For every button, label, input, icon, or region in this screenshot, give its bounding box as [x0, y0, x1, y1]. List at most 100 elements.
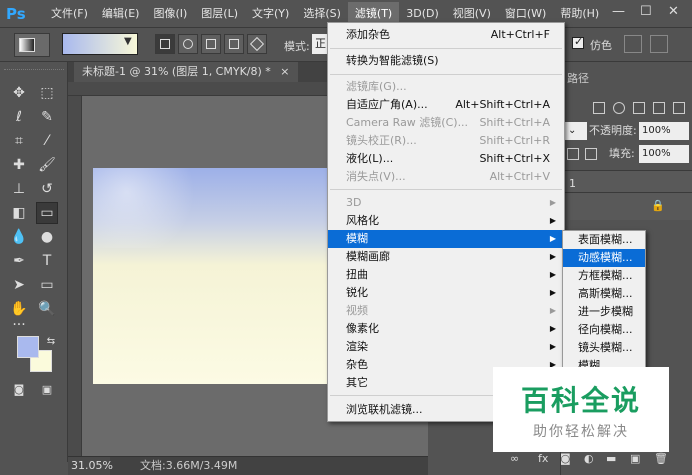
tab-close-icon[interactable]: ×: [280, 65, 289, 78]
trash-icon[interactable]: 🗑: [654, 452, 668, 465]
submenu-item-radial-blur[interactable]: 径向模糊...: [563, 321, 645, 339]
submenu-item-blur-more[interactable]: 进一步模糊: [563, 303, 645, 321]
minimize-icon[interactable]: —: [612, 4, 625, 19]
menu-item-pixelate[interactable]: 像素化 ▶: [328, 320, 564, 338]
menu-image[interactable]: 图像(I): [146, 2, 194, 26]
path-select-tool-icon[interactable]: ➤: [8, 274, 30, 296]
tool-preset-picker[interactable]: [14, 33, 50, 57]
menu-item-liquify[interactable]: 液化(L)... Shift+Ctrl+X: [328, 150, 564, 168]
adjustment-icon[interactable]: ◐: [584, 452, 594, 465]
diamond-gradient-button[interactable]: [247, 34, 267, 54]
healing-brush-icon[interactable]: ✚: [8, 154, 30, 176]
fill-input[interactable]: 100%: [639, 145, 689, 163]
document-tab[interactable]: 未标题-1 @ 31% (图层 1, CMYK/8) * ×: [74, 62, 298, 82]
submenu-item-motion-blur[interactable]: 动感模糊...: [563, 249, 645, 267]
dither-checkbox[interactable]: [572, 35, 584, 49]
zoom-level[interactable]: 31.05%: [68, 457, 113, 475]
filter-type-icon[interactable]: [633, 102, 645, 114]
fill-label: 填充:: [609, 147, 635, 160]
close-icon[interactable]: ✕: [668, 4, 679, 19]
marquee-tool-icon[interactable]: ⬚: [36, 82, 58, 104]
submenu-item-surface-blur[interactable]: 表面模糊...: [563, 231, 645, 249]
background-layer-row[interactable]: 🔒: [561, 192, 692, 220]
vertical-ruler[interactable]: [68, 96, 82, 456]
chevron-down-icon[interactable]: ▼: [124, 36, 132, 47]
reflected-gradient-button[interactable]: [224, 34, 244, 54]
menu-item-label: 扭曲: [346, 268, 368, 281]
blend-mode-select[interactable]: ⌄: [565, 122, 587, 140]
panel-grip[interactable]: [4, 62, 64, 70]
tab-paths[interactable]: 路径: [561, 70, 589, 88]
menu-item-blur-gallery[interactable]: 模糊画廊 ▶: [328, 248, 564, 266]
rectangle-tool-icon[interactable]: ▭: [36, 274, 58, 296]
menu-item-blur[interactable]: 模糊 ▶: [328, 230, 564, 248]
filter-image-icon[interactable]: [593, 102, 605, 114]
watermark-title: 百科全说: [520, 384, 641, 417]
menu-edit[interactable]: 编辑(E): [95, 2, 147, 26]
more-tools-icon[interactable]: ···: [8, 314, 30, 336]
radial-gradient-icon: [183, 39, 193, 49]
gradient-tool-icon[interactable]: ▭: [36, 202, 58, 224]
move-tool-icon[interactable]: ✥: [8, 82, 30, 104]
angle-gradient-button[interactable]: [201, 34, 221, 54]
document-canvas[interactable]: [93, 168, 333, 384]
opacity-input[interactable]: 100%: [639, 122, 689, 140]
fx-icon[interactable]: fx: [538, 452, 548, 465]
mode-label: 模式:: [284, 40, 310, 53]
history-brush-icon[interactable]: ↺: [36, 178, 58, 200]
menu-layer[interactable]: 图层(L): [194, 2, 245, 26]
lock-position-icon[interactable]: [585, 148, 597, 160]
menu-item-add-noise[interactable]: 添加杂色 Alt+Ctrl+F: [328, 26, 564, 44]
submenu-arrow-icon: ▶: [549, 198, 556, 207]
submenu-item-lens-blur[interactable]: 镜头模糊...: [563, 339, 645, 357]
eyedropper-tool-icon[interactable]: ⁄: [36, 130, 58, 152]
blur-tool-icon[interactable]: 💧: [8, 226, 30, 248]
menu-file[interactable]: 文件(F): [44, 2, 95, 26]
type-tool-icon[interactable]: T: [36, 250, 58, 272]
radial-gradient-button[interactable]: [178, 34, 198, 54]
stamp-tool-icon[interactable]: ⊥: [8, 178, 30, 200]
brush-tool-icon[interactable]: 🖌: [36, 154, 58, 176]
lock-pixels-icon[interactable]: [567, 148, 579, 160]
pen-tool-icon[interactable]: ✒: [8, 250, 30, 272]
menu-item-label: 风格化: [346, 214, 379, 227]
shortcut: Alt+Ctrl+V: [489, 170, 550, 183]
menu-item-convert-smart[interactable]: 转换为智能滤镜(S): [328, 52, 564, 70]
filter-shape-icon[interactable]: [653, 102, 665, 114]
menu-item-vanishing-point: 消失点(V)... Alt+Ctrl+V: [328, 168, 564, 186]
menu-item-label: 像素化: [346, 322, 379, 335]
menu-item-sharpen[interactable]: 锐化 ▶: [328, 284, 564, 302]
diamond-gradient-icon: [249, 36, 265, 52]
maximize-icon[interactable]: ☐: [640, 4, 652, 19]
link-icon[interactable]: ∞: [510, 452, 519, 465]
menu-item-label: 添加杂色: [346, 28, 390, 41]
new-layer-icon[interactable]: ▣: [630, 452, 640, 465]
swap-colors-icon[interactable]: ⇆: [40, 330, 62, 352]
submenu-item-box-blur[interactable]: 方框模糊...: [563, 267, 645, 285]
quick-mask-icon[interactable]: ◙: [8, 378, 30, 400]
eraser-tool-icon[interactable]: ◧: [8, 202, 30, 224]
filter-smart-icon[interactable]: [673, 102, 685, 114]
screen-mode-icon[interactable]: ▣: [36, 378, 58, 400]
group-icon[interactable]: ▬: [606, 452, 616, 465]
transparency-icon[interactable]: [624, 35, 642, 53]
dodge-tool-icon[interactable]: ●: [36, 226, 58, 248]
panel-toggle-icon[interactable]: [650, 35, 668, 53]
mask-icon[interactable]: ◙: [560, 452, 571, 465]
filter-adjust-icon[interactable]: [613, 102, 625, 114]
gradient-tool-icon: [19, 38, 35, 52]
crop-tool-icon[interactable]: ⌗: [8, 130, 30, 152]
foreground-color-swatch[interactable]: [17, 336, 39, 358]
menu-item-render[interactable]: 渲染 ▶: [328, 338, 564, 356]
lasso-tool-icon[interactable]: ℓ: [8, 106, 30, 128]
menu-item-adaptive-wide-angle[interactable]: 自适应广角(A)... Alt+Shift+Ctrl+A: [328, 96, 564, 114]
menu-item-label: 镜头校正(R)...: [346, 134, 417, 147]
quick-select-tool-icon[interactable]: ✎: [36, 106, 58, 128]
menu-type[interactable]: 文字(Y): [245, 2, 296, 26]
submenu-item-gaussian-blur[interactable]: 高斯模糊...: [563, 285, 645, 303]
menu-item-stylize[interactable]: 风格化 ▶: [328, 212, 564, 230]
linear-gradient-button[interactable]: [155, 34, 175, 54]
zoom-tool-icon[interactable]: 🔍: [36, 298, 58, 320]
menu-item-distort[interactable]: 扭曲 ▶: [328, 266, 564, 284]
photoshop-logo: Ps: [6, 4, 26, 23]
